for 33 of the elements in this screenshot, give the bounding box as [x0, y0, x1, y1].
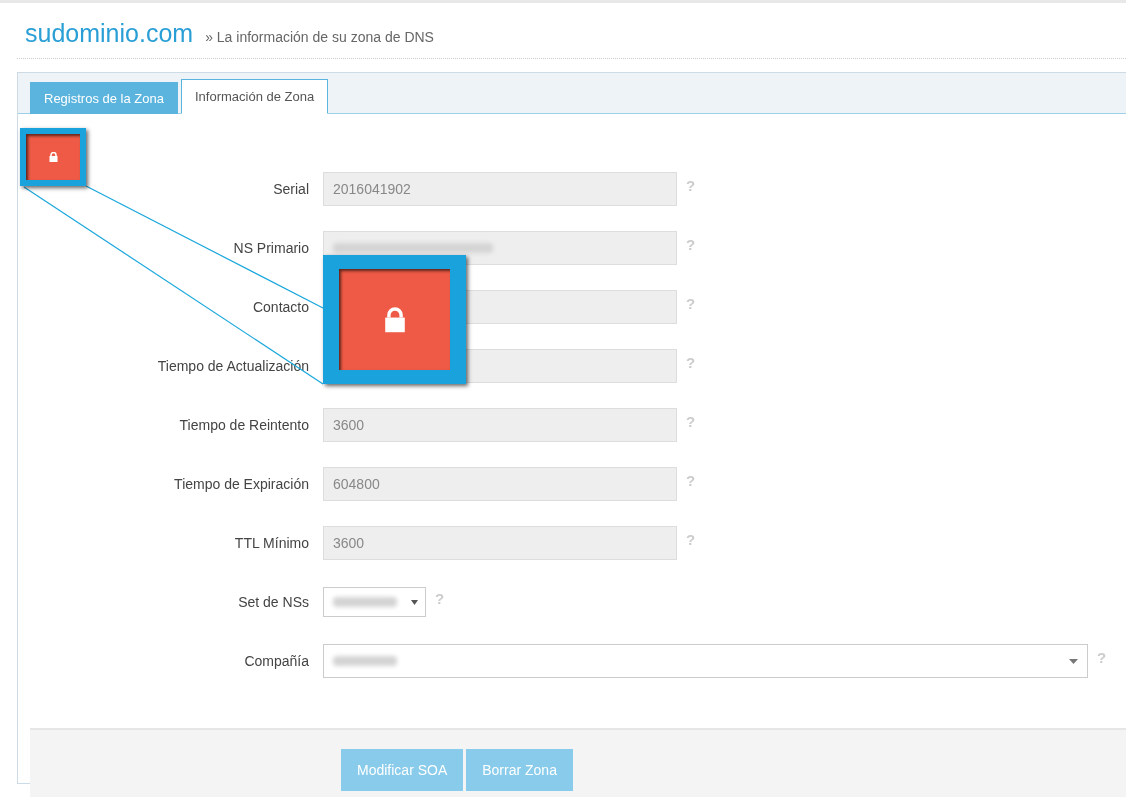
field-label: Set de NSs [237, 594, 310, 610]
help-icon[interactable]: ? [686, 353, 696, 371]
field-label: NS Primario [232, 240, 310, 256]
lock-icon [48, 152, 58, 162]
help-icon[interactable]: ? [435, 589, 445, 607]
caret-icon [1069, 658, 1078, 664]
tab[interactable]: Información de Zona [180, 79, 329, 114]
field-label: Compañía [243, 653, 310, 669]
input-field[interactable]: 3600 [323, 526, 677, 560]
field-label: Tiempo de Reintento [178, 417, 310, 433]
input-field[interactable]: 2016041902 [323, 172, 677, 206]
input-field[interactable]: 3600 [323, 408, 677, 442]
help-icon[interactable]: ? [1097, 648, 1107, 666]
field-label: Tiempo de Expiración [173, 476, 310, 492]
select-field[interactable] [323, 587, 426, 617]
select-field[interactable] [323, 644, 1088, 678]
action-button[interactable]: Modificar SOA [341, 749, 464, 791]
help-icon[interactable]: ? [686, 294, 696, 312]
help-icon[interactable]: ? [686, 412, 696, 430]
field-label: Contacto [251, 299, 310, 315]
lock-icon [383, 306, 406, 333]
tab[interactable]: Registros de la Zona [30, 82, 178, 114]
help-icon[interactable]: ? [686, 176, 696, 194]
help-icon[interactable]: ? [686, 235, 696, 253]
caret-icon [411, 599, 418, 605]
page-subtitle: » La información de su zona de DNS [205, 29, 434, 45]
field-label: TTL Mínimo [233, 535, 310, 551]
action-button[interactable]: Borrar Zona [466, 749, 573, 791]
input-field[interactable]: 604800 [323, 467, 677, 501]
site-title: sudominio.com [25, 19, 194, 48]
help-icon[interactable]: ? [686, 471, 696, 489]
field-label: Serial [272, 181, 310, 197]
help-icon[interactable]: ? [686, 530, 696, 548]
